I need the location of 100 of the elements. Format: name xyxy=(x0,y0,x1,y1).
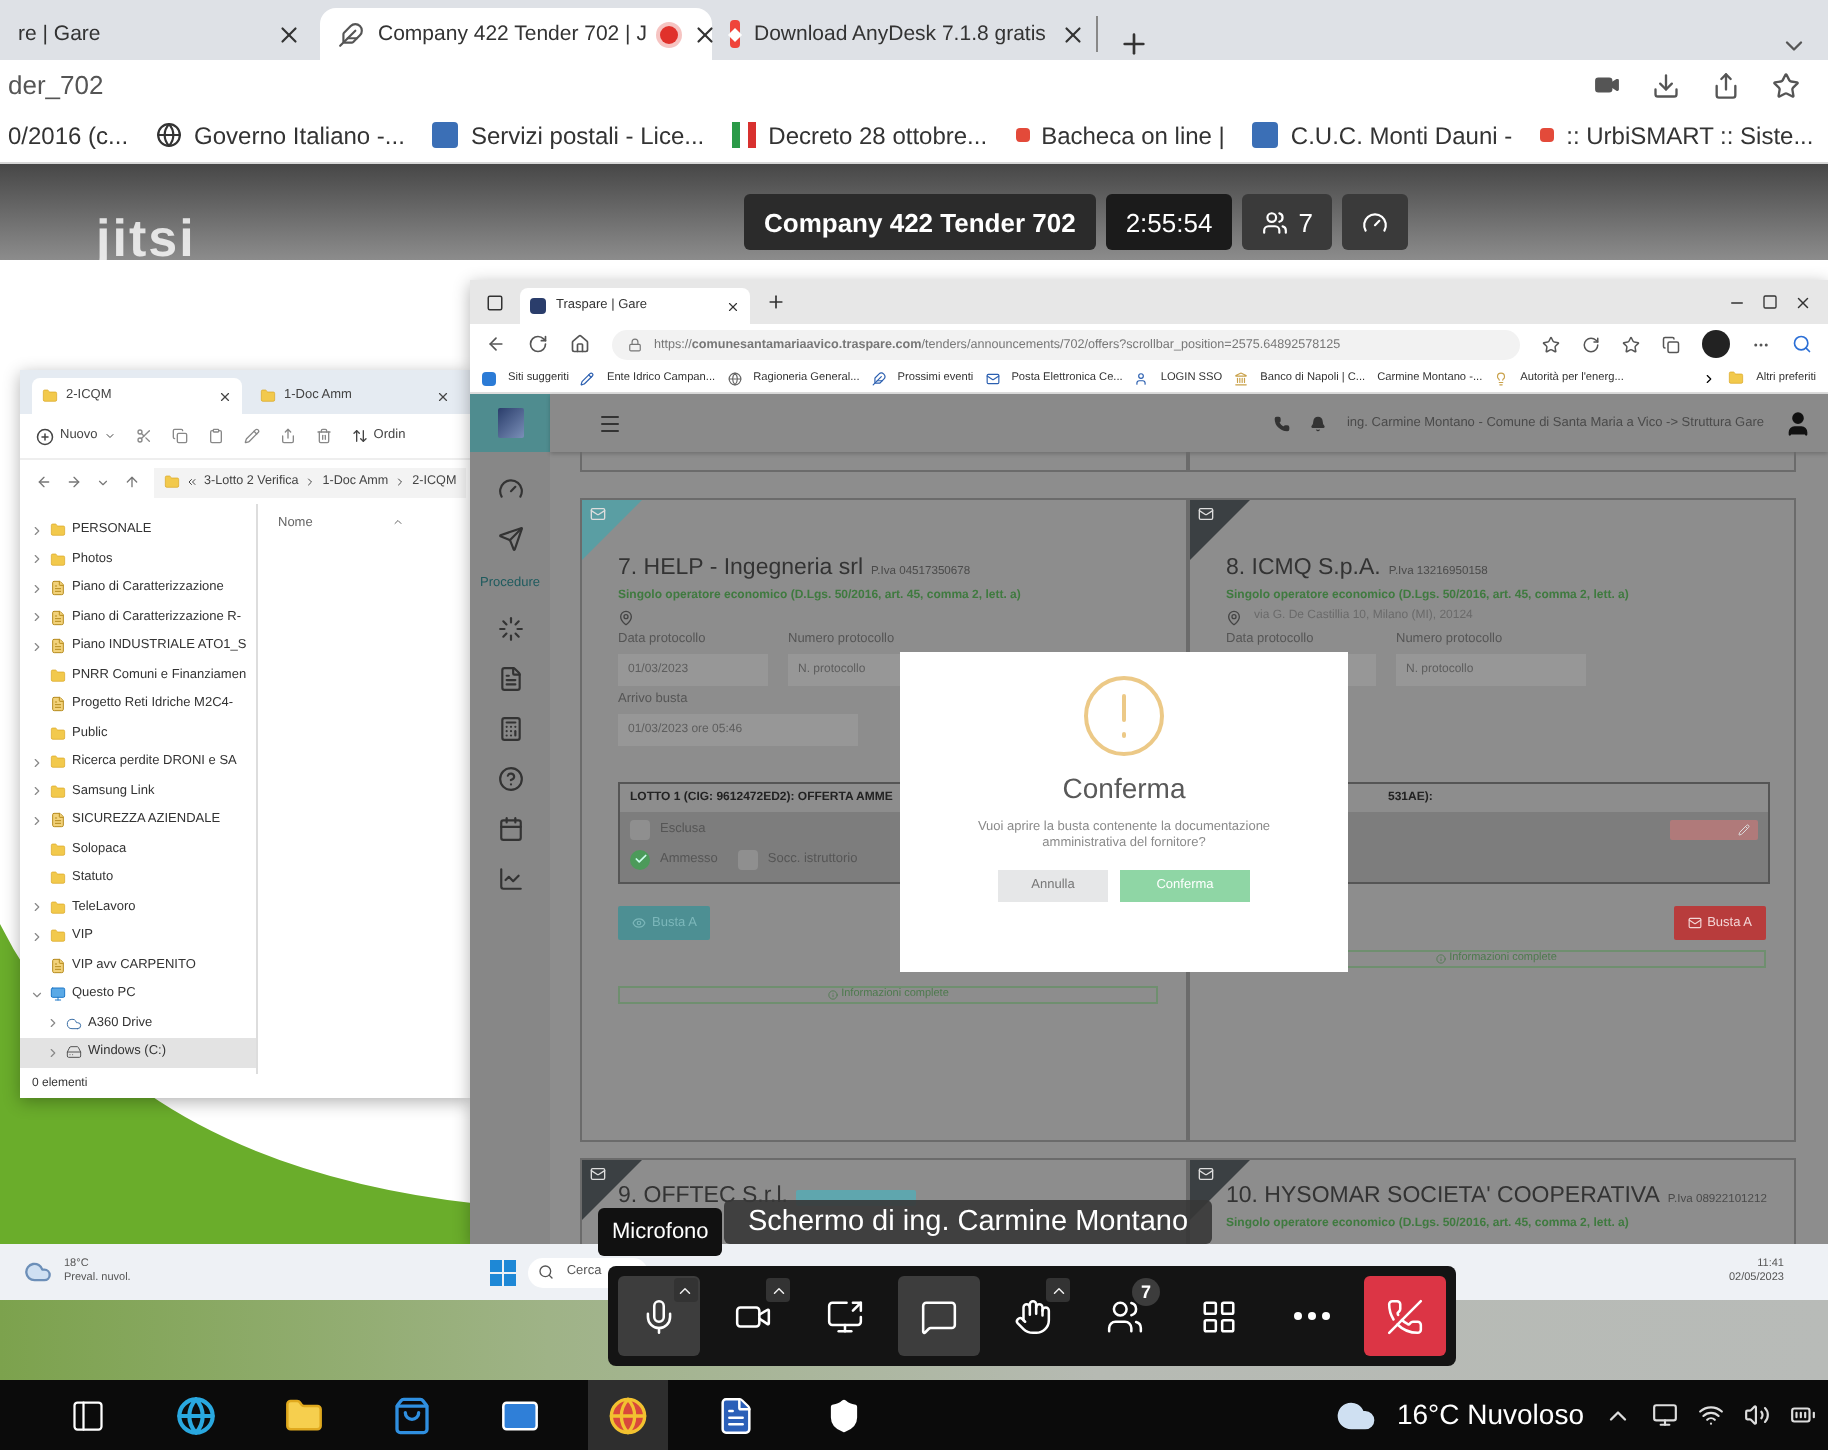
new-tab-icon[interactable] xyxy=(1118,28,1150,60)
tab-actions-icon[interactable] xyxy=(486,293,504,311)
bell-icon[interactable] xyxy=(1310,415,1327,431)
lightbulb-icon xyxy=(1494,371,1509,385)
back-icon[interactable] xyxy=(36,474,52,490)
calendar-icon[interactable] xyxy=(497,815,523,842)
tile-view-icon xyxy=(1199,1297,1238,1335)
refresh-icon[interactable] xyxy=(528,334,548,354)
pencil-icon xyxy=(1738,823,1750,836)
favorite-icon[interactable] xyxy=(1542,335,1560,353)
caret-icon xyxy=(103,430,116,442)
battery-icon[interactable] xyxy=(1790,1402,1816,1428)
folder-icon xyxy=(50,899,66,916)
collections-icon[interactable] xyxy=(1662,335,1680,353)
up-icon[interactable] xyxy=(124,474,140,490)
raise-hand-icon xyxy=(1013,1297,1052,1335)
camera-icon[interactable] xyxy=(1594,72,1620,98)
close-icon[interactable] xyxy=(1059,21,1086,47)
monitor-icon[interactable] xyxy=(1652,1402,1678,1428)
bookmark[interactable]: Governo Italiano -... xyxy=(194,121,405,151)
eye-icon xyxy=(632,915,646,930)
envelope-icon xyxy=(1198,1166,1214,1182)
cut-icon[interactable] xyxy=(135,428,152,444)
caret-button[interactable] xyxy=(673,1278,698,1302)
forward-icon[interactable] xyxy=(66,474,82,490)
jitsi-logo: jitsi xyxy=(96,208,196,270)
user-icon xyxy=(1134,371,1149,385)
copy-icon[interactable] xyxy=(171,428,188,444)
participants-count[interactable]: 7 xyxy=(1242,194,1333,250)
new-tab-icon[interactable] xyxy=(766,292,786,312)
document-folder-icon xyxy=(50,696,66,713)
count-badge: 7 xyxy=(1132,1278,1161,1306)
close-icon[interactable] xyxy=(276,21,302,47)
folder-icon xyxy=(50,725,66,742)
close-icon[interactable] xyxy=(436,389,450,403)
screen-share-label: Schermo di ing. Carmine Montano xyxy=(724,1200,1213,1244)
bookmark[interactable]: Servizi postali - Lice... xyxy=(470,121,705,151)
browser-icon xyxy=(608,1395,648,1435)
cloud-drive-icon xyxy=(66,1015,82,1032)
offer-title: 8. ICMQ S.p.A. xyxy=(1226,556,1381,584)
taskbar-app[interactable] xyxy=(588,1380,668,1450)
envelope-icon xyxy=(1198,506,1214,522)
chevron-icon[interactable] xyxy=(1702,371,1717,385)
bookmark[interactable]: Decreto 28 ottobre... xyxy=(768,121,988,151)
search-icon[interactable] xyxy=(1792,334,1812,354)
folder-icon xyxy=(50,522,66,539)
favorites-icon[interactable] xyxy=(1622,335,1640,353)
browser-tab[interactable]: re | Gare xyxy=(0,8,320,60)
address-field[interactable]: der_702 xyxy=(8,69,1562,101)
spinner-icon[interactable] xyxy=(497,615,523,642)
stats-button[interactable] xyxy=(1342,194,1409,250)
home-icon[interactable] xyxy=(570,334,590,354)
weather-text: 16°C Nuvoloso xyxy=(1396,1398,1584,1432)
chart-icon[interactable] xyxy=(497,865,523,892)
info-icon xyxy=(1435,953,1446,964)
calculator-icon[interactable] xyxy=(497,715,523,742)
document-folder-icon xyxy=(50,812,66,829)
rename-icon[interactable] xyxy=(243,428,260,444)
bookmark[interactable]: :: UrbiSMART :: Siste... xyxy=(1566,121,1814,151)
hangup-button[interactable] xyxy=(1364,1276,1447,1356)
start-icon[interactable] xyxy=(490,1259,517,1285)
browser-tab[interactable]: Download AnyDesk 7.1.8 gratis xyxy=(712,8,1092,60)
help-icon[interactable] xyxy=(497,765,523,792)
close-icon[interactable] xyxy=(692,21,719,47)
close-icon[interactable] xyxy=(1794,293,1812,311)
close-icon[interactable] xyxy=(726,299,740,313)
profile-avatar[interactable] xyxy=(1702,330,1730,358)
folder-icon xyxy=(50,754,66,771)
drive-icon xyxy=(66,1044,82,1061)
maximize-icon[interactable] xyxy=(1762,294,1778,310)
caret-icon[interactable] xyxy=(96,475,110,489)
folder-icon xyxy=(50,551,66,568)
location-icon xyxy=(1226,609,1242,626)
install-icon[interactable] xyxy=(1652,71,1680,99)
folder-icon xyxy=(50,667,66,684)
delete-icon[interactable] xyxy=(315,428,332,444)
phone-icon[interactable] xyxy=(1274,415,1291,431)
gauge-icon[interactable] xyxy=(497,476,523,502)
chat-button[interactable] xyxy=(898,1276,980,1356)
globe-icon xyxy=(727,371,742,385)
share-icon[interactable] xyxy=(279,428,296,444)
sync-icon[interactable] xyxy=(1582,335,1600,353)
caret-button[interactable] xyxy=(1046,1278,1071,1302)
back-icon[interactable] xyxy=(486,334,506,354)
volume-icon[interactable] xyxy=(1744,1402,1770,1428)
caret-button[interactable] xyxy=(766,1278,791,1302)
send-icon[interactable] xyxy=(497,526,523,552)
document-icon[interactable] xyxy=(497,665,523,692)
paste-icon[interactable] xyxy=(207,428,224,444)
lock-icon xyxy=(628,337,642,351)
close-icon[interactable] xyxy=(218,389,232,403)
share-icon[interactable] xyxy=(1712,71,1740,99)
bookmark[interactable]: C.U.C. Monti Dauni - xyxy=(1290,121,1513,151)
bookmark-star-icon[interactable] xyxy=(1772,71,1800,99)
browser-tab[interactable]: Company 422 Tender 702 | J xyxy=(320,8,712,60)
bookmark[interactable]: 0/2016 (c... xyxy=(8,121,129,151)
participants-button[interactable]: 7 xyxy=(1084,1276,1167,1356)
mic-button[interactable] xyxy=(618,1276,700,1356)
bookmark[interactable]: Bacheca on line | xyxy=(1041,121,1225,151)
menu-icon[interactable] xyxy=(598,411,622,435)
